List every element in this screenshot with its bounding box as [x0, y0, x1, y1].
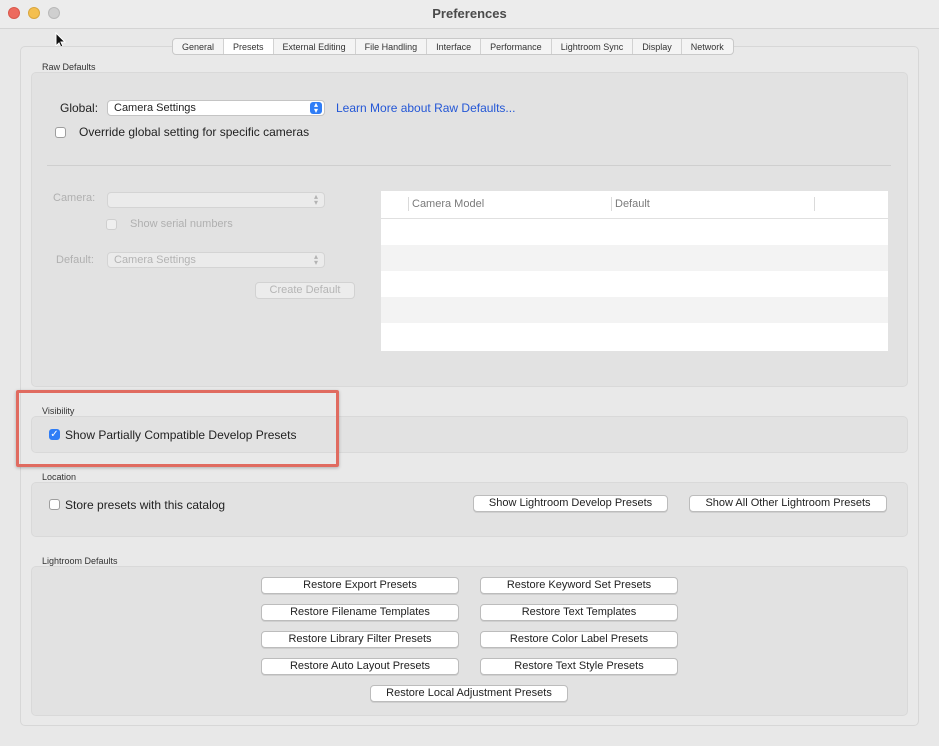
table-row	[381, 219, 888, 245]
column-divider	[814, 197, 815, 211]
restore-auto-layout-presets-button[interactable]: Restore Auto Layout Presets	[261, 658, 459, 675]
preferences-window: Preferences General Presets External Edi…	[0, 0, 939, 746]
show-all-other-lightroom-presets-button[interactable]: Show All Other Lightroom Presets	[689, 495, 887, 512]
table-row	[381, 323, 888, 349]
show-serial-numbers-checkbox[interactable]	[106, 219, 117, 230]
table-row	[381, 245, 888, 271]
lightroom-defaults-heading: Lightroom Defaults	[42, 556, 118, 566]
store-presets-with-catalog-checkbox[interactable]	[49, 499, 60, 510]
tab-display[interactable]: Display	[633, 39, 682, 54]
restore-export-presets-button[interactable]: Restore Export Presets	[261, 577, 459, 594]
select-arrows-icon: ▴ ▾	[310, 101, 322, 115]
store-presets-with-catalog-label: Store presets with this catalog	[65, 498, 226, 512]
camera-label: Camera:	[53, 192, 96, 204]
table-row	[381, 271, 888, 297]
select-arrows-icon: ▴ ▾	[313, 252, 318, 267]
restore-keyword-set-presets-button[interactable]: Restore Keyword Set Presets	[480, 577, 678, 594]
window-title: Preferences	[432, 6, 507, 21]
raw-defaults-heading: Raw Defaults	[42, 62, 96, 72]
table-row	[381, 297, 888, 323]
override-global-label: Override global setting for specific cam…	[79, 125, 310, 139]
global-select[interactable]: Camera Settings ▴ ▾	[107, 100, 325, 116]
tab-network[interactable]: Network	[682, 39, 733, 54]
camera-select[interactable]: ▴ ▾	[107, 192, 325, 208]
location-heading: Location	[42, 472, 77, 482]
create-default-button[interactable]: Create Default	[255, 282, 355, 299]
restore-color-label-presets-button[interactable]: Restore Color Label Presets	[480, 631, 678, 648]
default-select-value: Camera Settings	[114, 254, 196, 266]
show-serial-numbers-label: Show serial numbers	[130, 218, 233, 230]
preferences-tab-bar: General Presets External Editing File Ha…	[172, 38, 734, 55]
default-label: Default:	[56, 254, 94, 266]
annotation-highlight-box	[16, 390, 339, 467]
tab-file-handling[interactable]: File Handling	[356, 39, 428, 54]
column-divider	[611, 197, 612, 211]
column-header-camera-model[interactable]: Camera Model	[412, 198, 484, 210]
tab-presets[interactable]: Presets	[224, 39, 274, 54]
column-divider	[408, 197, 409, 211]
tab-external-editing[interactable]: External Editing	[274, 39, 356, 54]
show-lightroom-develop-presets-button[interactable]: Show Lightroom Develop Presets	[473, 495, 668, 512]
table-header: Camera Model Default	[381, 191, 888, 219]
column-header-default[interactable]: Default	[615, 198, 650, 210]
restore-library-filter-presets-button[interactable]: Restore Library Filter Presets	[261, 631, 459, 648]
restore-text-style-presets-button[interactable]: Restore Text Style Presets	[480, 658, 678, 675]
restore-local-adjustment-presets-button[interactable]: Restore Local Adjustment Presets	[370, 685, 568, 702]
tab-interface[interactable]: Interface	[427, 39, 482, 54]
title-bar: Preferences	[0, 0, 939, 29]
camera-defaults-table: Camera Model Default	[381, 191, 888, 351]
learn-more-raw-defaults-link[interactable]: Learn More about Raw Defaults...	[336, 101, 515, 115]
override-global-checkbox[interactable]	[55, 127, 66, 138]
select-arrows-icon: ▴ ▾	[313, 192, 318, 207]
global-select-value: Camera Settings	[114, 102, 196, 114]
global-label: Global:	[60, 101, 99, 115]
restore-text-templates-button[interactable]: Restore Text Templates	[480, 604, 678, 621]
tab-performance[interactable]: Performance	[481, 39, 552, 54]
tab-general[interactable]: General	[173, 39, 225, 54]
restore-filename-templates-button[interactable]: Restore Filename Templates	[261, 604, 459, 621]
default-select[interactable]: Camera Settings ▴ ▾	[107, 252, 325, 268]
divider	[47, 165, 891, 166]
tab-lightroom-sync[interactable]: Lightroom Sync	[552, 39, 634, 54]
